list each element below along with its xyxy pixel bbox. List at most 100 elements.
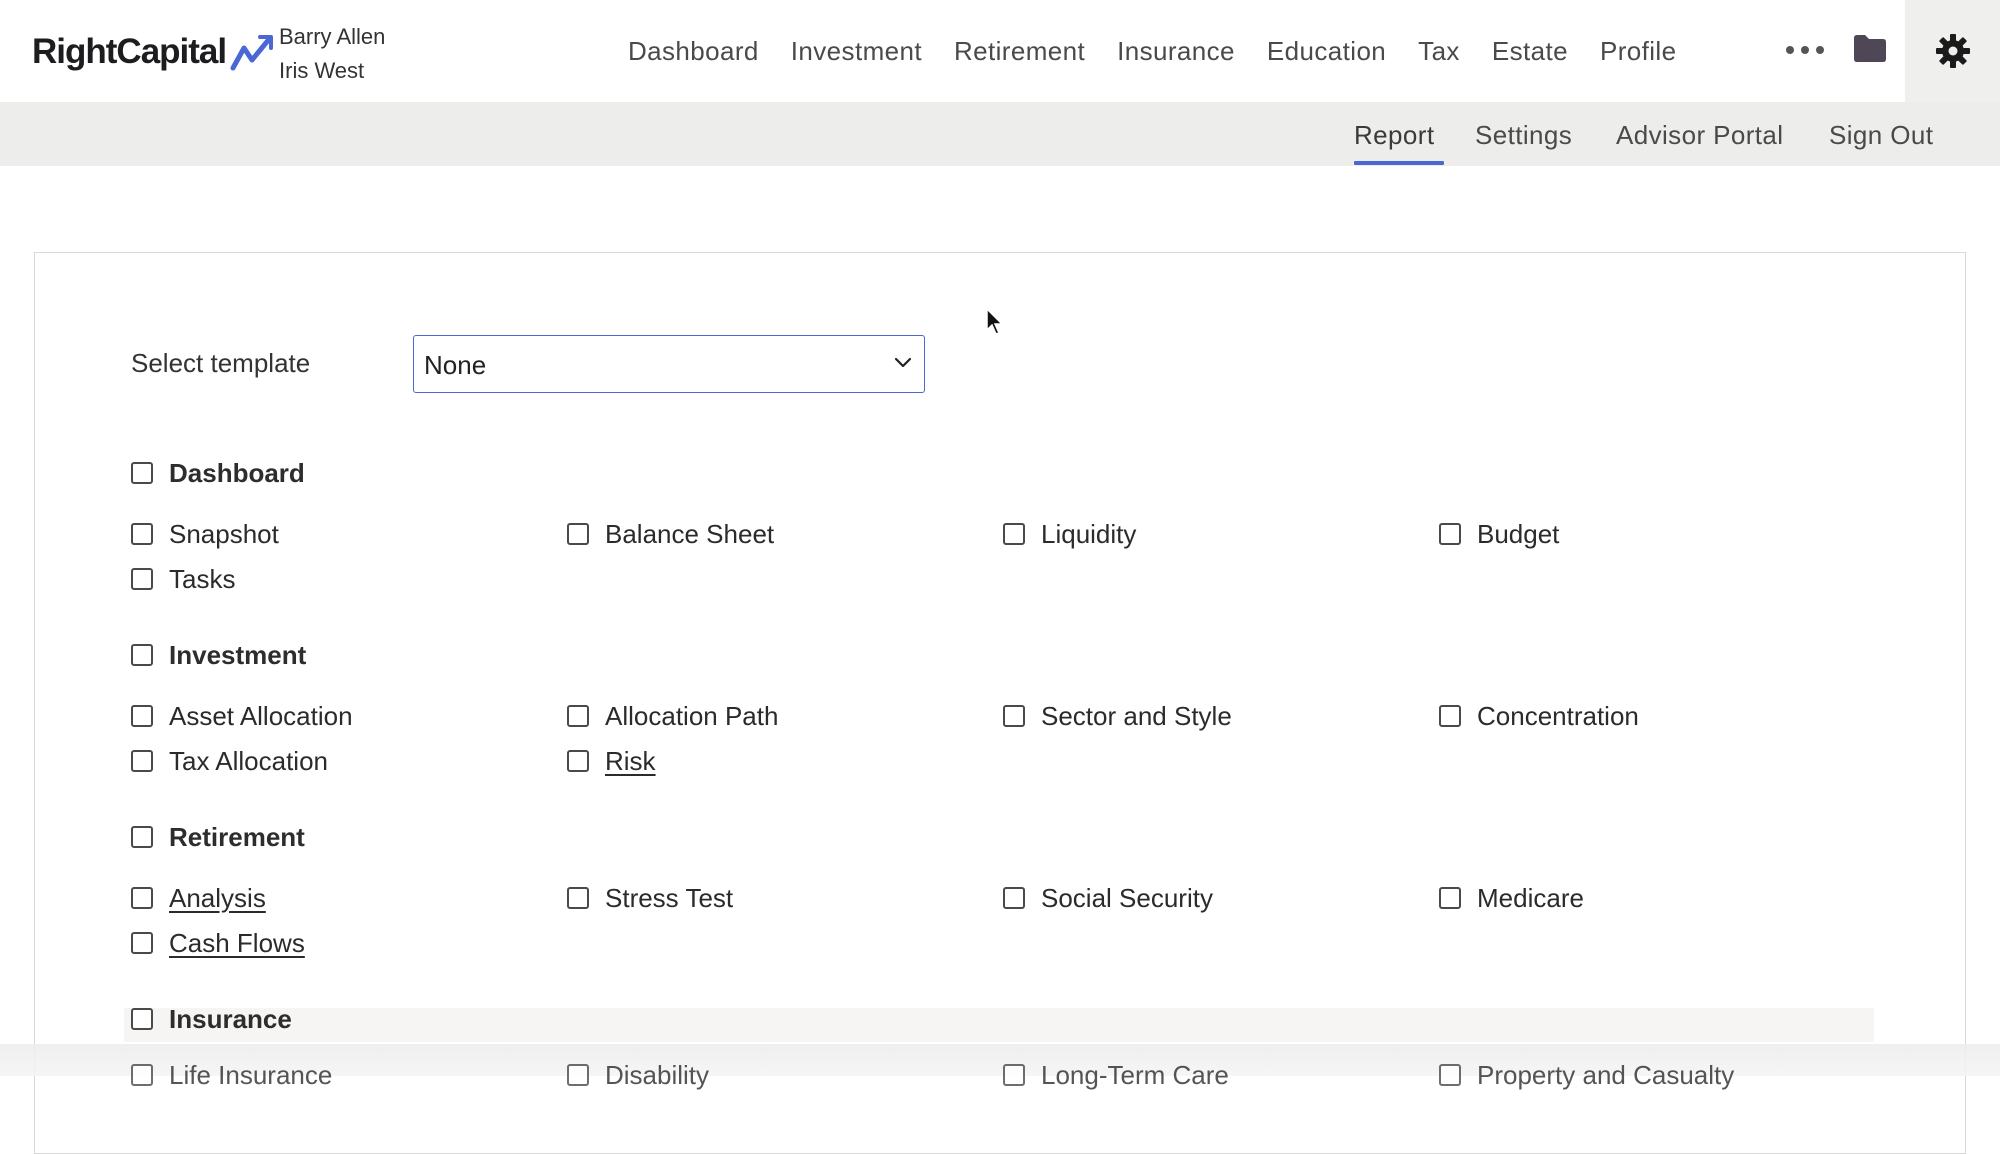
option-stress-test[interactable]: Stress Test bbox=[567, 883, 733, 913]
checkbox[interactable] bbox=[131, 462, 153, 484]
tab-settings[interactable]: Settings bbox=[1475, 120, 1572, 151]
option-balance-sheet[interactable]: Balance Sheet bbox=[567, 519, 774, 549]
section-investment[interactable]: Investment bbox=[131, 640, 306, 670]
nav-insurance[interactable]: Insurance bbox=[1117, 36, 1235, 67]
checkbox[interactable] bbox=[1003, 523, 1025, 545]
section-title: Insurance bbox=[169, 1003, 292, 1034]
active-tab-indicator bbox=[1354, 161, 1444, 165]
checkbox[interactable] bbox=[567, 523, 589, 545]
option-disability[interactable]: Disability bbox=[567, 1060, 987, 1090]
option-label: Long-Term Care bbox=[1041, 1060, 1229, 1090]
nav-education[interactable]: Education bbox=[1267, 36, 1386, 67]
checkbox[interactable] bbox=[567, 705, 589, 727]
option-label: Tax Allocation bbox=[169, 745, 328, 776]
tab-sign-out[interactable]: Sign Out bbox=[1829, 120, 1933, 151]
folder-icon[interactable] bbox=[1852, 33, 1888, 68]
checkbox[interactable] bbox=[131, 568, 153, 590]
checkbox[interactable] bbox=[567, 887, 589, 909]
brand-mark-icon bbox=[230, 32, 276, 72]
option-label: Property and Casualty bbox=[1477, 1060, 1735, 1090]
option-label[interactable]: Cash Flows bbox=[169, 928, 305, 959]
option-label: Life Insurance bbox=[169, 1060, 333, 1090]
checkbox[interactable] bbox=[1003, 705, 1025, 727]
client-name: Iris West bbox=[279, 58, 365, 83]
option-label[interactable]: Analysis bbox=[169, 883, 266, 914]
option-label: Snapshot bbox=[169, 518, 279, 549]
option-budget[interactable]: Budget bbox=[1439, 519, 1559, 549]
client-names: Barry Allen Iris West bbox=[279, 20, 385, 88]
option-label: Disability bbox=[605, 1060, 710, 1090]
checkbox[interactable] bbox=[1439, 523, 1461, 545]
section-retirement[interactable]: Retirement bbox=[131, 822, 305, 852]
option-snapshot[interactable]: Snapshot bbox=[131, 519, 279, 549]
option-label: Concentration bbox=[1477, 700, 1639, 731]
brand-logo[interactable]: RightCapital bbox=[32, 26, 276, 78]
checkbox[interactable] bbox=[131, 1008, 153, 1030]
checkbox[interactable] bbox=[131, 1064, 153, 1086]
checkbox[interactable] bbox=[131, 644, 153, 666]
chevron-down-icon bbox=[894, 356, 912, 374]
top-header: RightCapital Barry Allen Iris West Dashb… bbox=[0, 0, 2000, 102]
checkbox[interactable] bbox=[131, 750, 153, 772]
option-label: Liquidity bbox=[1041, 518, 1137, 549]
secondary-nav: Report Settings Advisor Portal Sign Out bbox=[0, 102, 2000, 166]
template-label: Select template bbox=[131, 348, 311, 378]
option-social-security[interactable]: Social Security bbox=[1003, 883, 1213, 913]
option-allocation-path[interactable]: Allocation Path bbox=[567, 701, 778, 731]
option-label: Budget bbox=[1477, 518, 1560, 549]
option-asset-allocation[interactable]: Asset Allocation bbox=[131, 701, 353, 731]
checkbox[interactable] bbox=[1439, 887, 1461, 909]
section-dashboard[interactable]: Dashboard bbox=[131, 458, 305, 488]
checkbox[interactable] bbox=[567, 1064, 589, 1086]
option-life-insurance[interactable]: Life Insurance bbox=[131, 1060, 551, 1090]
brand-name: RightCapital bbox=[32, 32, 227, 71]
hover-highlight bbox=[124, 1008, 1874, 1042]
option-concentration[interactable]: Concentration bbox=[1439, 701, 1639, 731]
gear-icon bbox=[1935, 34, 1970, 68]
option-analysis[interactable]: Analysis bbox=[131, 883, 266, 913]
option-sector-and-style[interactable]: Sector and Style bbox=[1003, 701, 1232, 731]
mouse-cursor-icon bbox=[986, 307, 1006, 341]
template-select-value: None bbox=[424, 350, 487, 380]
option-label: Stress Test bbox=[605, 882, 734, 913]
option-cash-flows[interactable]: Cash Flows bbox=[131, 928, 305, 958]
template-select[interactable]: None bbox=[413, 335, 925, 393]
nav-profile[interactable]: Profile bbox=[1600, 36, 1677, 67]
more-icon[interactable] bbox=[1786, 38, 1824, 62]
section-title: Retirement bbox=[169, 821, 305, 852]
checkbox[interactable] bbox=[131, 932, 153, 954]
option-property-and-casualty[interactable]: Property and Casualty bbox=[1439, 1060, 1959, 1090]
tab-report[interactable]: Report bbox=[1354, 120, 1434, 151]
option-label: Allocation Path bbox=[605, 700, 779, 731]
nav-retirement[interactable]: Retirement bbox=[954, 36, 1085, 67]
section-title: Dashboard bbox=[169, 457, 305, 488]
checkbox[interactable] bbox=[131, 887, 153, 909]
tab-advisor-portal[interactable]: Advisor Portal bbox=[1616, 120, 1783, 151]
checkbox[interactable] bbox=[1439, 705, 1461, 727]
checkbox[interactable] bbox=[131, 826, 153, 848]
checkbox[interactable] bbox=[567, 750, 589, 772]
option-label[interactable]: Risk bbox=[605, 746, 656, 777]
nav-estate[interactable]: Estate bbox=[1492, 36, 1568, 67]
option-label: Sector and Style bbox=[1041, 700, 1232, 731]
option-long-term-care[interactable]: Long-Term Care bbox=[1003, 1060, 1423, 1090]
checkbox[interactable] bbox=[1003, 887, 1025, 909]
option-label: Tasks bbox=[169, 563, 236, 594]
option-liquidity[interactable]: Liquidity bbox=[1003, 519, 1136, 549]
option-medicare[interactable]: Medicare bbox=[1439, 883, 1584, 913]
client-name: Barry Allen bbox=[279, 24, 386, 49]
nav-dashboard[interactable]: Dashboard bbox=[628, 36, 759, 67]
main-nav: Dashboard Investment Retirement Insuranc… bbox=[628, 26, 1708, 76]
checkbox[interactable] bbox=[131, 705, 153, 727]
section-insurance[interactable]: Insurance bbox=[131, 1004, 292, 1034]
nav-tax[interactable]: Tax bbox=[1418, 36, 1460, 67]
option-label: Balance Sheet bbox=[605, 518, 775, 549]
checkbox[interactable] bbox=[1003, 1064, 1025, 1086]
option-tasks[interactable]: Tasks bbox=[131, 564, 235, 594]
checkbox[interactable] bbox=[1439, 1064, 1461, 1086]
checkbox[interactable] bbox=[131, 523, 153, 545]
option-tax-allocation[interactable]: Tax Allocation bbox=[131, 746, 328, 776]
settings-gear-button[interactable] bbox=[1905, 0, 2000, 102]
nav-investment[interactable]: Investment bbox=[791, 36, 922, 67]
option-risk[interactable]: Risk bbox=[567, 746, 656, 776]
